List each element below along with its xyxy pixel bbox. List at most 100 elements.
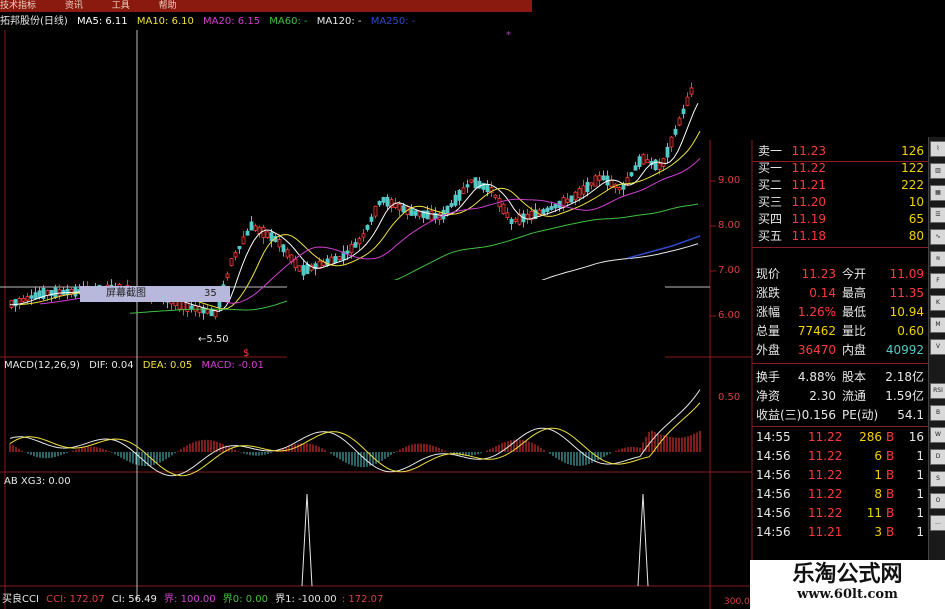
v-icon[interactable]: V bbox=[930, 339, 945, 355]
candle-body bbox=[657, 163, 662, 170]
candle-body bbox=[241, 236, 246, 245]
candle-body bbox=[61, 289, 66, 295]
candle-body bbox=[193, 305, 198, 312]
orderbook-row-bid5[interactable]: 买五 11.18 80 bbox=[758, 228, 926, 245]
trade-side: B bbox=[886, 430, 895, 444]
quote-value: 0.14 bbox=[809, 286, 836, 300]
fundamental-value: 1.59亿 bbox=[885, 389, 924, 403]
fundamental-value: 2.18亿 bbox=[885, 370, 924, 384]
trade-side: B bbox=[886, 506, 895, 520]
candle-body bbox=[685, 96, 690, 106]
fundamentals-panel: 换手 4.88% 股本 2.18亿 净资 2.30 流通 1.59亿 收益(三)… bbox=[756, 368, 926, 425]
trade-count: 1 bbox=[916, 468, 924, 482]
candle-body bbox=[401, 205, 406, 213]
cci-last-value: : 172.07 bbox=[341, 594, 384, 605]
tooltip-label: 屏幕截图 bbox=[106, 288, 146, 299]
macd-dea: DEA: 0.05 bbox=[142, 360, 193, 371]
orderbook-volume: 10 bbox=[908, 195, 924, 209]
chart-icon[interactable]: ⌇ bbox=[930, 141, 945, 157]
more-icon[interactable]: … bbox=[930, 515, 945, 531]
fundamental-label: 换手 bbox=[756, 370, 781, 384]
candle-body bbox=[549, 206, 554, 210]
indicator-icon[interactable]: ≋ bbox=[930, 251, 945, 267]
orderbook-row-bid1[interactable]: 买一 11.22 122 bbox=[758, 160, 926, 177]
price-axis-9: 9.00 bbox=[718, 175, 741, 186]
orderbook-label: 买一 bbox=[758, 161, 783, 175]
candle-body bbox=[329, 256, 334, 266]
candle-body bbox=[293, 258, 298, 268]
candle-body bbox=[465, 184, 470, 188]
o-icon[interactable]: O bbox=[930, 493, 945, 509]
orderbook-row-bid2[interactable]: 买二 11.21 222 bbox=[758, 177, 926, 194]
s-icon[interactable]: S bbox=[930, 471, 945, 487]
candle-body bbox=[333, 256, 338, 264]
quote-label: 涨幅 bbox=[756, 305, 781, 319]
fundamental-label: PE(动) bbox=[842, 408, 879, 422]
candle-body bbox=[569, 195, 574, 203]
candle-body bbox=[349, 243, 354, 254]
candle-body bbox=[597, 175, 602, 181]
orderbook-label: 卖一 bbox=[758, 144, 783, 158]
ci-value: CI: 56.49 bbox=[111, 594, 157, 605]
candle-body bbox=[601, 175, 606, 181]
candle-body bbox=[653, 159, 658, 171]
orderbook-row-bid3[interactable]: 买三 11.20 10 bbox=[758, 194, 926, 211]
candle-body bbox=[285, 249, 290, 258]
fundamental-value: 4.88% bbox=[797, 370, 836, 384]
w-icon[interactable]: W bbox=[930, 427, 945, 443]
trade-side: B bbox=[886, 468, 895, 482]
trade-side: B bbox=[886, 487, 895, 501]
fundamentals-row: 换手 4.88% 股本 2.18亿 bbox=[756, 368, 926, 387]
price-axis-7: 7.00 bbox=[718, 265, 741, 276]
cci-legend: 买良CCI CCI: 172.07 CI: 56.49 界: 100.00 界0… bbox=[2, 590, 383, 605]
table-icon[interactable]: ☰ bbox=[930, 207, 945, 223]
tooltip-value: 35 bbox=[204, 288, 217, 299]
candle-body bbox=[473, 177, 478, 189]
orderbook-price: 11.21 bbox=[791, 178, 826, 192]
candle-body bbox=[513, 218, 518, 222]
candle-body bbox=[17, 298, 22, 305]
d-icon[interactable]: D bbox=[930, 449, 945, 465]
candle-body bbox=[9, 300, 14, 308]
orderbook-price: 11.20 bbox=[791, 195, 826, 209]
trade-price: 11.22 bbox=[808, 468, 843, 482]
bars-icon[interactable]: ▥ bbox=[930, 163, 945, 179]
candle-body bbox=[245, 230, 250, 236]
price-axis-8: 8.00 bbox=[718, 220, 741, 231]
candle-body bbox=[189, 305, 194, 310]
low-marker-value: 5.50 bbox=[206, 334, 229, 345]
candle-body bbox=[553, 204, 558, 209]
trade-row: 14:56 11.21 3 B 1 bbox=[756, 523, 926, 542]
orderbook-label: 买四 bbox=[758, 212, 783, 226]
screenshot-tooltip[interactable]: 屏幕截图 35 bbox=[80, 286, 230, 302]
m-icon[interactable]: M bbox=[930, 317, 945, 333]
k-icon[interactable]: K bbox=[930, 295, 945, 311]
quote-label: 量比 bbox=[842, 324, 867, 338]
macd-name: MACD(12,26,9) bbox=[4, 360, 80, 371]
candle-body bbox=[225, 273, 230, 279]
orderbook-row-bid4[interactable]: 买四 11.19 65 bbox=[758, 211, 926, 228]
candle-body bbox=[629, 172, 634, 177]
trade-price: 11.21 bbox=[808, 525, 843, 539]
candle-body bbox=[233, 252, 238, 258]
f-icon[interactable]: F bbox=[930, 273, 945, 289]
b-icon[interactable]: B bbox=[930, 405, 945, 421]
grid-icon[interactable]: ▦ bbox=[930, 185, 945, 201]
candle-body bbox=[641, 154, 646, 165]
macd-legend: MACD(12,26,9) DIF: 0.04 DEA: 0.05 MACD: … bbox=[4, 360, 264, 371]
xg3-signal-spike-2 bbox=[637, 493, 649, 587]
orderbook-row-ask1[interactable]: 卖一 11.23 126 bbox=[758, 143, 926, 160]
candle-body bbox=[637, 156, 642, 168]
line-icon[interactable]: ∿ bbox=[930, 229, 945, 245]
candle-body bbox=[65, 288, 70, 296]
trade-volume: 3 bbox=[874, 525, 882, 539]
quote-row: 总量 77462 量比 0.60 bbox=[756, 322, 926, 341]
candle-body bbox=[577, 187, 582, 199]
candle-body bbox=[261, 227, 266, 238]
candle-body bbox=[57, 289, 62, 296]
candle-body bbox=[505, 212, 510, 218]
rsi-icon[interactable]: RSI bbox=[930, 383, 945, 399]
candle-body bbox=[237, 245, 242, 250]
orderbook-volume: 65 bbox=[908, 212, 924, 226]
trade-row: 14:56 11.22 8 B 1 bbox=[756, 485, 926, 504]
